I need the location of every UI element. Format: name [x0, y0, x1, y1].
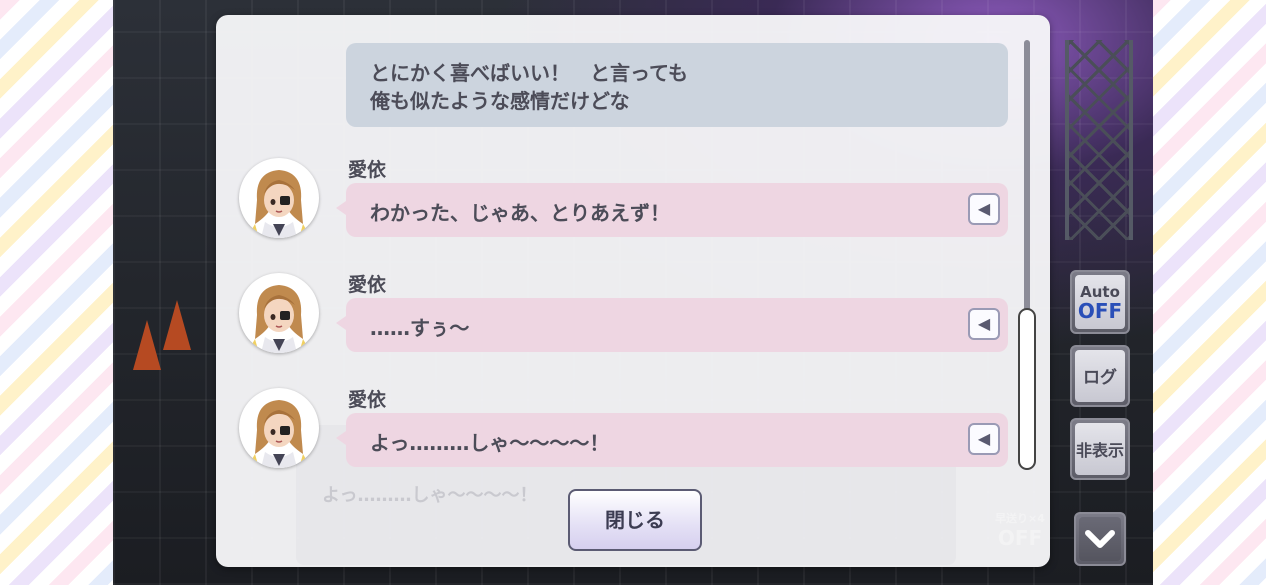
scrollbar-thumb[interactable] [1018, 308, 1036, 470]
close-button[interactable]: 閉じる [568, 489, 702, 551]
stage-truss [1065, 40, 1133, 240]
character-portrait-icon [247, 170, 311, 238]
character-portrait-icon [247, 285, 311, 353]
message-text: よっ………しゃ～～～～！ [370, 431, 610, 455]
speaker-name: 愛依 [348, 159, 387, 181]
skip-state: OFF [997, 526, 1043, 550]
hide-ui-button[interactable]: 非表示 [1070, 418, 1130, 480]
speaker-icon: ◀ [977, 429, 991, 448]
fast-forward-indicator: 早送り×4 OFF [990, 510, 1050, 564]
speaker-name: 愛依 [348, 274, 387, 296]
own-message-bubble: とにかく喜べばいい！ と言っても 俺も似たような感情だけどな [346, 43, 1008, 127]
chevron-down-icon [1085, 530, 1115, 548]
speaker-name: 愛依 [348, 389, 387, 411]
right-decorative-border [1151, 0, 1266, 585]
avatar [239, 388, 319, 468]
character-portrait-icon [247, 400, 311, 468]
message-bubble: わかった、じゃあ、とりあえず！ ◀ [336, 183, 1008, 237]
auto-button[interactable]: Auto OFF [1070, 270, 1130, 334]
log-button[interactable]: ログ [1070, 345, 1130, 407]
own-message-line: とにかく喜べばいい！ と言っても [370, 61, 688, 85]
message-bubble: ……すぅ～ ◀ [336, 298, 1008, 352]
avatar [239, 158, 319, 238]
message-text: わかった、じゃあ、とりあえず！ [370, 201, 670, 225]
message-bubble: よっ………しゃ～～～～！ ◀ [336, 413, 1008, 467]
menu-toggle-button[interactable] [1074, 512, 1126, 566]
voice-replay-button[interactable]: ◀ [968, 308, 1000, 340]
traffic-cone [133, 320, 161, 370]
log-dialog: よっ………しゃ～～～～！ とにかく喜べばいい！ と言っても 俺も似たような感情だ… [216, 15, 1050, 567]
left-decorative-border [0, 0, 113, 585]
skip-label: 早送り×4 [995, 512, 1045, 525]
hide-label: 非表示 [1075, 423, 1125, 475]
traffic-cone [163, 300, 191, 350]
speaker-icon: ◀ [977, 199, 991, 218]
log-label: ログ [1075, 350, 1125, 402]
auto-state: OFF [1077, 299, 1123, 323]
speaker-icon: ◀ [977, 314, 991, 333]
background-textbox-text: よっ………しゃ～～～～！ [322, 485, 538, 506]
message-text: ……すぅ～ [370, 316, 470, 340]
own-message-line: 俺も似たような感情だけどな [370, 89, 630, 113]
voice-replay-button[interactable]: ◀ [968, 423, 1000, 455]
avatar [239, 273, 319, 353]
voice-replay-button[interactable]: ◀ [968, 193, 1000, 225]
